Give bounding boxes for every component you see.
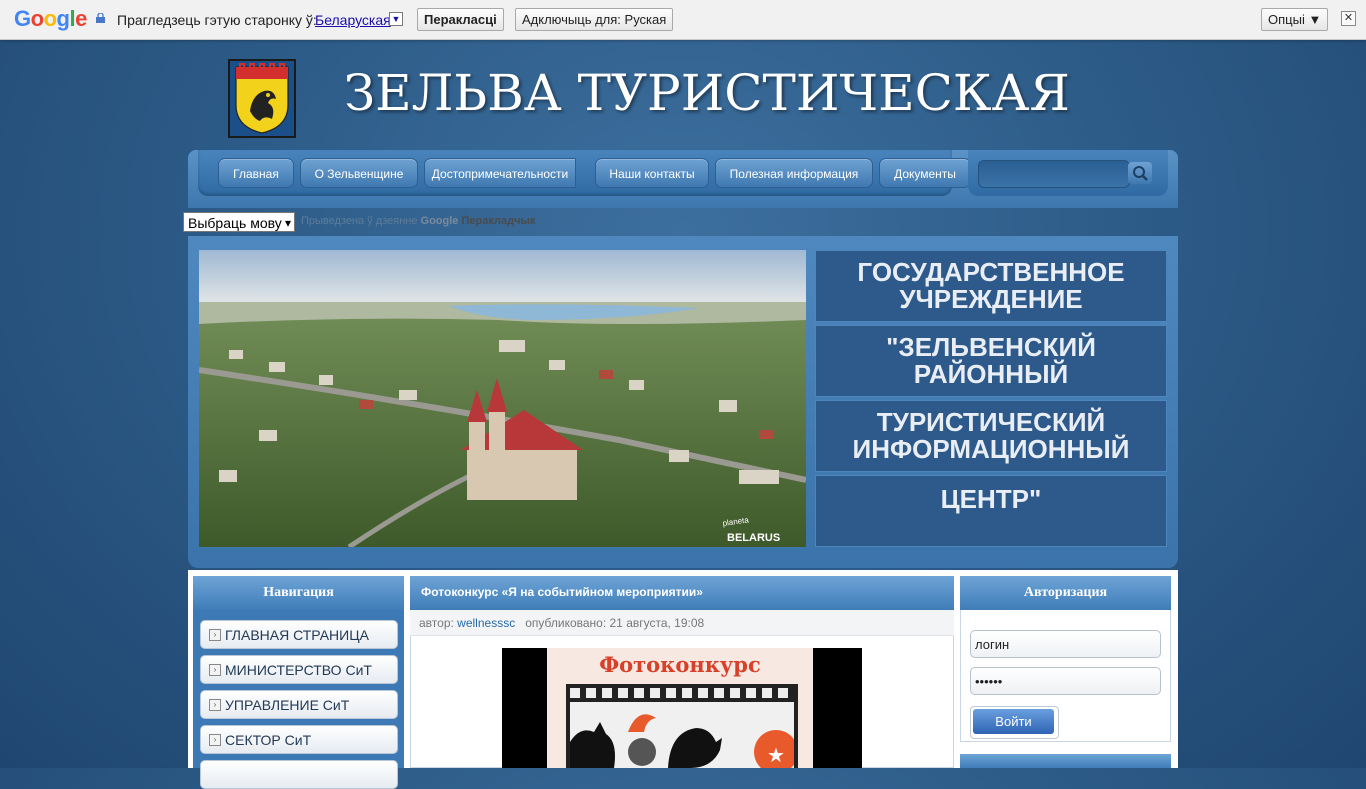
login-input[interactable]: логин: [970, 630, 1161, 658]
author-label: автор:: [419, 616, 454, 630]
search-area: [968, 150, 1168, 196]
sidebar-item-label: МИНИСТЕРСТВО СиТ: [225, 662, 372, 678]
banner: planeta BELARUS ГОСУДАРСТВЕННОЕ УЧРЕЖДЕН…: [188, 236, 1178, 568]
nav-item-sights[interactable]: Достопримечательности: [424, 158, 576, 188]
powered-prefix: Прыведзена ў дзеянне: [301, 215, 418, 227]
search-input[interactable]: [978, 160, 1130, 188]
sidebar-item-sector[interactable]: › СЕКТОР СиТ: [200, 725, 398, 754]
coat-of-arms-logo[interactable]: [228, 59, 296, 138]
svg-text:★: ★: [767, 743, 785, 767]
auth-title: Авторизация: [960, 576, 1171, 610]
poster-title: Фотоконкурс: [599, 652, 761, 677]
translate-button[interactable]: Перакласці: [417, 8, 504, 31]
close-icon[interactable]: ✕: [1341, 11, 1356, 26]
login-button[interactable]: Войти: [970, 706, 1059, 739]
powered-by-google: Прыведзена ў дзеянне Google Перакладчык: [301, 215, 535, 227]
nav-bar: Главная О Зельвенщине Достопримечательно…: [198, 150, 971, 196]
sidebar-item-more[interactable]: [200, 760, 398, 789]
town-aerial-photo: planeta BELARUS: [199, 250, 806, 547]
search-icon: [1133, 166, 1148, 181]
sidebar-title: Навигация: [193, 576, 404, 610]
language-select[interactable]: Выбраць мову: [183, 212, 295, 233]
article-title[interactable]: Фотоконкурс «Я на событийном мероприятии…: [410, 576, 954, 610]
translator-link[interactable]: Перакладчык: [461, 215, 535, 227]
site-title[interactable]: ЗЕЛЬВА ТУРИСТИЧЕСКАЯ: [344, 64, 1070, 122]
published-date: опубликовано: 21 августа, 19:08: [525, 616, 705, 630]
sidebar-item-label: ГЛАВНАЯ СТРАНИЦА: [225, 627, 369, 643]
sidebar-item-label: СЕКТОР СиТ: [225, 732, 312, 748]
language-dropdown-icon[interactable]: ▼: [389, 12, 403, 26]
banner-line-4: ЦЕНТР": [815, 475, 1167, 547]
sidebar-item-label: УПРАВЛЕНИЕ СиТ: [225, 697, 350, 713]
arrow-right-icon: ›: [209, 699, 221, 711]
article-poster-image[interactable]: Фотоконкурс ★: [502, 648, 862, 768]
arrow-right-icon: ›: [209, 734, 221, 746]
translate-language-link[interactable]: Беларуская: [315, 12, 391, 28]
nav-item-useful-info[interactable]: Полезная информация: [715, 158, 873, 188]
next-panel-header: [960, 754, 1171, 768]
sidebar-item-ministry[interactable]: › МИНИСТЕРСТВО СиТ: [200, 655, 398, 684]
nav-item-documents[interactable]: Документы: [879, 158, 971, 188]
arrow-right-icon: ›: [209, 629, 221, 641]
disable-translate-button[interactable]: Адключыць для: Руская: [515, 8, 674, 31]
arrow-right-icon: ›: [209, 664, 221, 676]
lock-icon: [96, 13, 105, 23]
sidebar-item-home[interactable]: › ГЛАВНАЯ СТРАНИЦА: [200, 620, 398, 649]
options-button[interactable]: Опцыі ▼: [1261, 8, 1329, 31]
watermark: BELARUS: [727, 532, 780, 544]
banner-line-3: ТУРИСТИЧЕСКИЙ ИНФОРМАЦИОННЫЙ: [815, 400, 1167, 472]
author-link[interactable]: wellnesssc: [457, 616, 515, 630]
google-small-logo[interactable]: Google: [421, 215, 459, 227]
login-button-label: Войти: [973, 709, 1054, 734]
nav-item-home[interactable]: Главная: [218, 158, 294, 188]
sidebar-item-department[interactable]: › УПРАВЛЕНИЕ СиТ: [200, 690, 398, 719]
banner-line-1: ГОСУДАРСТВЕННОЕ УЧРЕЖДЕНИЕ: [815, 250, 1167, 322]
article-meta: автор: wellnesssc опубликовано: 21 авгус…: [410, 610, 954, 636]
nav-item-contacts[interactable]: Наши контакты: [595, 158, 709, 188]
translate-prompt: Прагледзець гэтую старонку ў:: [117, 12, 317, 28]
film-strip: ★: [566, 684, 798, 768]
password-input[interactable]: ••••••: [970, 667, 1161, 695]
translate-bar: Google Прагледзець гэтую старонку ў: Бел…: [0, 0, 1366, 40]
nav-item-about[interactable]: О Зельвенщине: [300, 158, 418, 188]
search-button[interactable]: [1128, 162, 1152, 184]
banner-line-2: "ЗЕЛЬВЕНСКИЙ РАЙОННЫЙ: [815, 325, 1167, 397]
main-navigation: Главная О Зельвенщине Достопримечательно…: [188, 150, 1178, 208]
google-logo: Google: [14, 6, 87, 31]
